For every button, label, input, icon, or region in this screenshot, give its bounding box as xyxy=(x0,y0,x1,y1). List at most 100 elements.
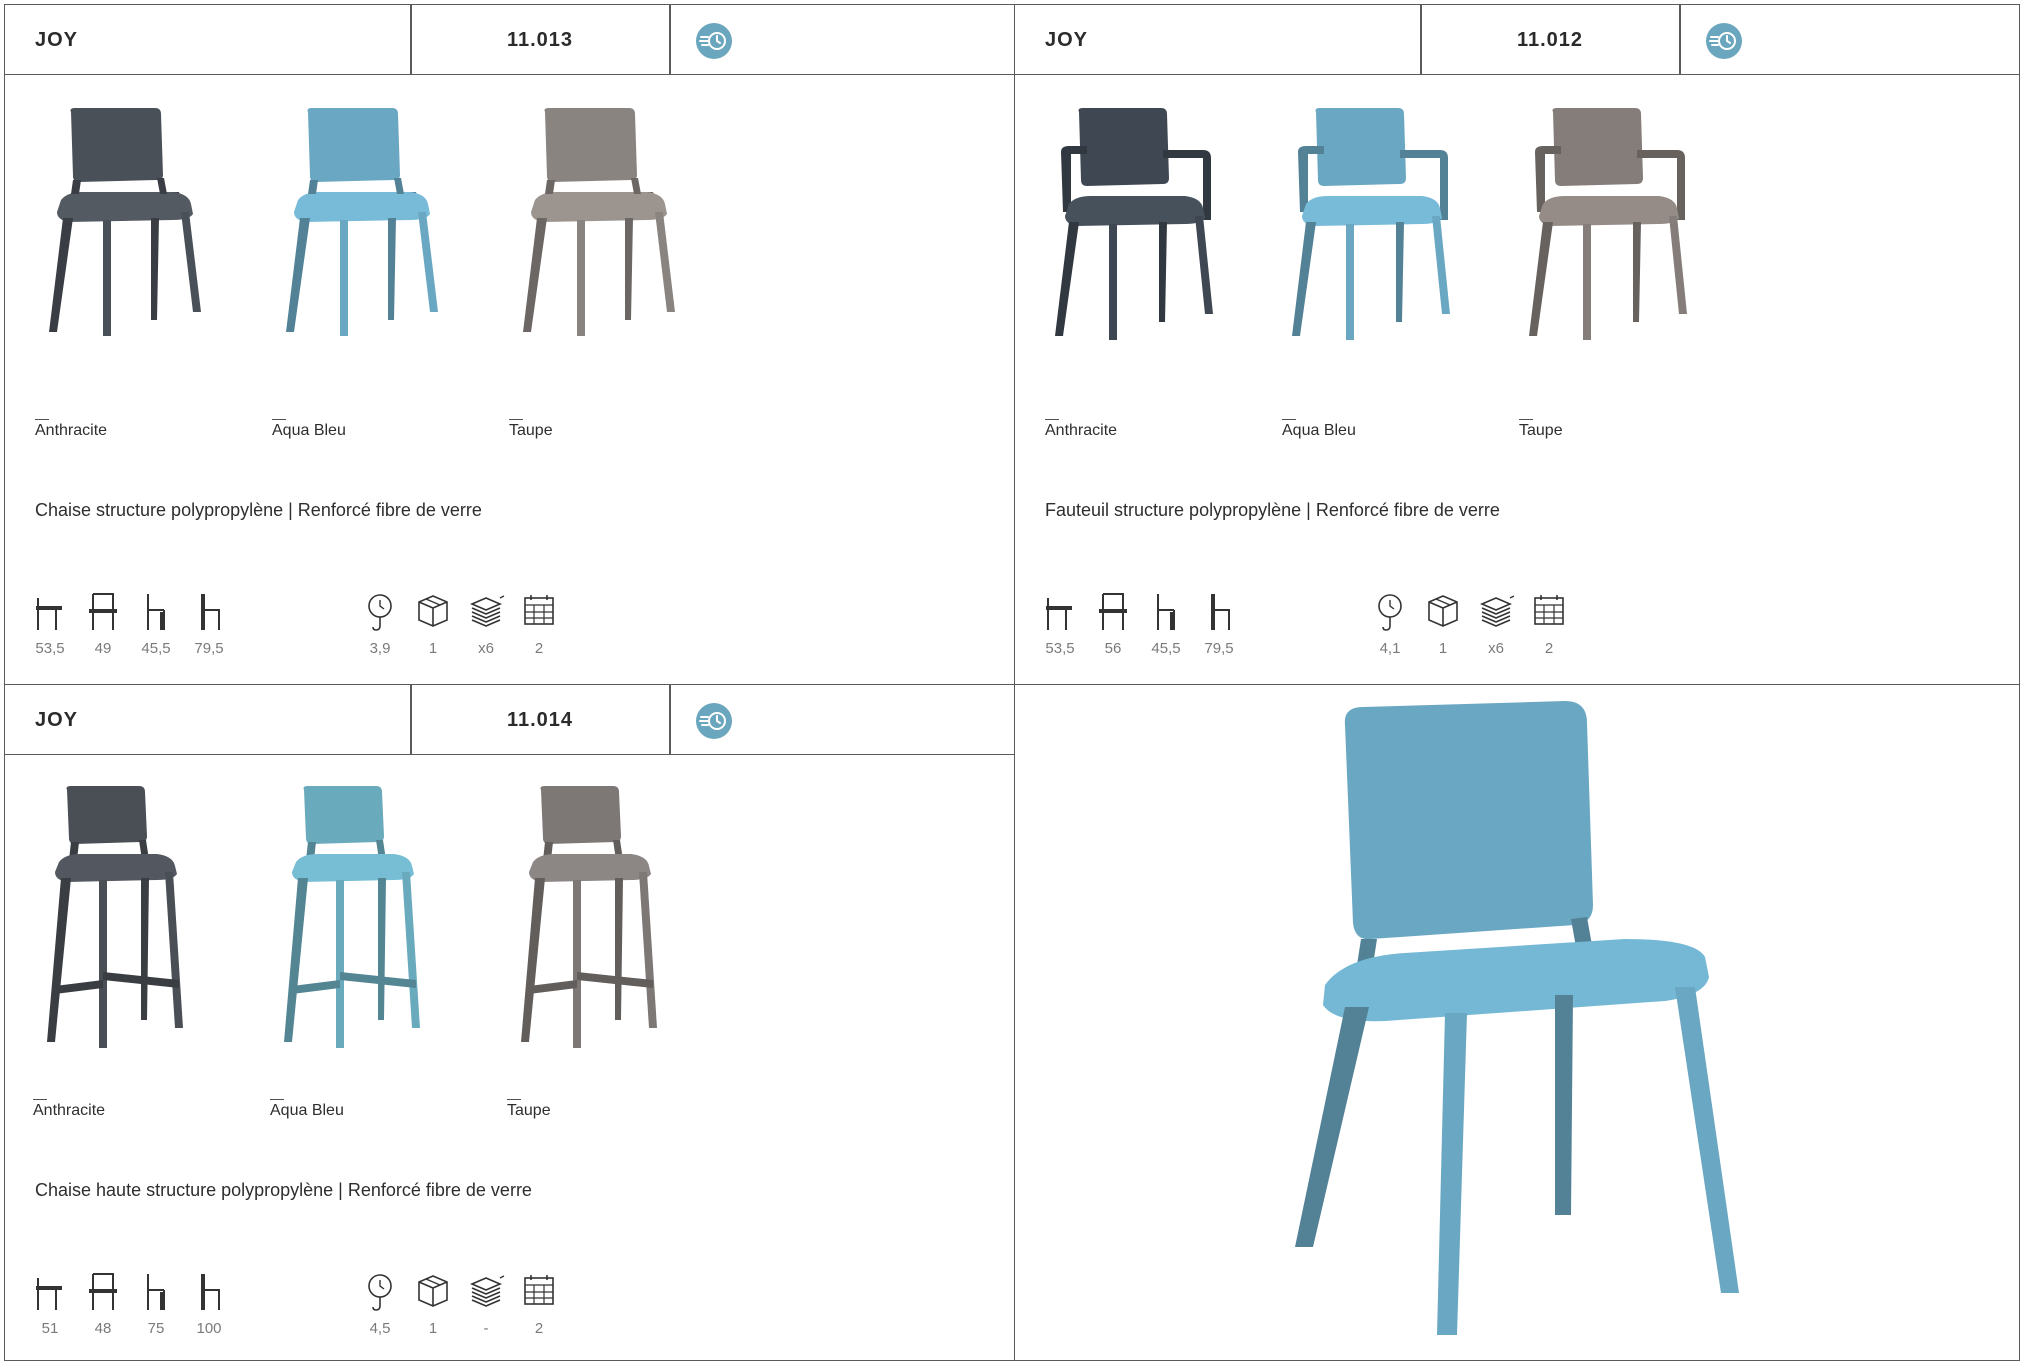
delivery-clock-icon xyxy=(1705,22,1743,60)
chair-image-taupe xyxy=(523,108,675,336)
spec-value: 48 xyxy=(94,1320,112,1337)
spec-stack: - xyxy=(459,1270,513,1340)
product-card-11-013: JOY 11.013 — Anthracite — Aqua Bleu — Ta… xyxy=(4,4,1015,685)
chair-image-aqua-bleu xyxy=(1292,108,1450,340)
spec-box: 1 xyxy=(406,590,460,660)
spec-value: 75 xyxy=(147,1320,165,1337)
delivery-clock-svg xyxy=(696,703,732,739)
variant-label: Aqua Bleu xyxy=(1282,422,1356,439)
spec-stack: x6 xyxy=(1469,590,1523,660)
spec-value: 79,5 xyxy=(194,640,224,657)
spec-icons: 51 48 75 100 4,5 1 - 2 xyxy=(35,1270,735,1340)
spec-value: 1 xyxy=(428,1320,438,1337)
spec-box: 1 xyxy=(406,1270,460,1340)
spec-seat-height: 45,5 xyxy=(1139,590,1193,660)
seat-depth-icon xyxy=(36,598,62,630)
spec-seat-width: 49 xyxy=(76,590,130,660)
chair-image-aqua-bleu xyxy=(284,786,420,1048)
hero-image-panel xyxy=(1014,684,2020,1361)
chair-image-aqua-bleu xyxy=(286,108,438,336)
box-icon xyxy=(418,1275,448,1307)
seat-height-icon xyxy=(147,594,165,630)
variant-label: Anthracite xyxy=(1045,422,1118,439)
spec-value: 51 xyxy=(41,1320,59,1337)
spec-stack: x6 xyxy=(459,590,513,660)
product-header: JOY 11.013 xyxy=(5,5,1014,75)
weight-icon xyxy=(368,594,392,631)
spec-seat-width: 48 xyxy=(76,1270,130,1340)
spec-value: x6 xyxy=(1488,640,1504,657)
stack-icon xyxy=(469,595,505,627)
calendar-icon xyxy=(524,595,554,625)
chair-image-anthracite xyxy=(1055,108,1213,340)
total-height-icon xyxy=(1211,594,1230,630)
spec-seat-width: 56 xyxy=(1086,590,1140,660)
spec-icons: 53,5 56 45,5 79,5 4,1 1 x6 2 xyxy=(1045,590,1745,660)
variant-label: Aqua Bleu xyxy=(270,1102,344,1119)
spec-value: 79,5 xyxy=(1204,640,1234,657)
spec-value: 45,5 xyxy=(141,640,171,657)
chair-image-taupe xyxy=(1529,108,1687,340)
variant-label: Aqua Bleu xyxy=(272,422,346,439)
product-reference: 11.013 xyxy=(506,29,574,51)
spec-calendar: 2 xyxy=(1522,590,1576,660)
spec-icons: 53,5 49 45,5 79,5 3,9 1 x6 2 xyxy=(35,590,735,660)
color-variants: — Anthracite — Aqua Bleu — Taupe xyxy=(5,780,765,1130)
box-icon xyxy=(418,595,448,627)
spec-weight: 3,9 xyxy=(353,590,407,660)
spec-seat-depth: 53,5 xyxy=(23,590,77,660)
hero-chair-image xyxy=(1295,701,1739,1335)
weight-icon xyxy=(1378,594,1402,631)
variant-label: Anthracite xyxy=(35,422,108,439)
spec-value: 2 xyxy=(534,1320,544,1337)
chair-image-taupe xyxy=(521,786,657,1048)
spec-seat-depth: 53,5 xyxy=(1033,590,1087,660)
spec-value: 1 xyxy=(1438,640,1448,657)
seat-depth-icon xyxy=(1046,598,1072,630)
product-header: JOY 11.012 xyxy=(1015,5,2019,75)
spec-weight: 4,5 xyxy=(353,1270,407,1340)
variant-label: Taupe xyxy=(509,422,553,439)
color-variants: — Anthracite — Aqua Bleu — Taupe xyxy=(5,100,765,450)
spec-value: 2 xyxy=(534,640,544,657)
spec-seat-height: 75 xyxy=(129,1270,183,1340)
product-description: Fauteuil structure polypropylène | Renfo… xyxy=(1045,500,1500,520)
variant-aqua-bleu: — Aqua Bleu xyxy=(1270,100,1480,445)
product-name: JOY xyxy=(1045,29,1089,51)
spec-value: 53,5 xyxy=(1045,640,1075,657)
spec-seat-height: 45,5 xyxy=(129,590,183,660)
spec-calendar: 2 xyxy=(512,590,566,660)
variant-anthracite: — Anthracite xyxy=(1033,100,1243,445)
spec-value: x6 xyxy=(478,640,494,657)
delivery-clock-icon xyxy=(695,702,733,740)
spec-seat-depth: 51 xyxy=(23,1270,77,1340)
color-variants: — Anthracite — Aqua Bleu — Taupe xyxy=(1015,100,1775,450)
spec-total-height: 100 xyxy=(182,1270,236,1340)
spec-total-height: 79,5 xyxy=(1192,590,1246,660)
product-name: JOY xyxy=(35,29,79,51)
total-height-icon xyxy=(201,1274,220,1310)
stack-icon xyxy=(1479,595,1515,627)
product-reference: 11.014 xyxy=(506,709,574,731)
spec-value: 49 xyxy=(94,640,112,657)
chair-image-anthracite xyxy=(49,108,201,336)
calendar-icon xyxy=(524,1275,554,1305)
seat-height-icon xyxy=(147,1274,165,1310)
variant-taupe: — Taupe xyxy=(495,780,705,1125)
delivery-clock-icon xyxy=(695,22,733,60)
spec-value: 53,5 xyxy=(35,640,65,657)
spec-value: 1 xyxy=(428,640,438,657)
spec-value: 3,9 xyxy=(369,640,391,657)
product-description: Chaise haute structure polypropylène | R… xyxy=(35,1180,532,1200)
seat-depth-icon xyxy=(36,1278,62,1310)
chair-image-anthracite xyxy=(47,786,183,1048)
seat-width-icon xyxy=(89,1273,117,1310)
variant-taupe: — Taupe xyxy=(497,100,707,445)
header-divider xyxy=(669,685,671,755)
spec-total-height: 79,5 xyxy=(182,590,236,660)
spec-box: 1 xyxy=(1416,590,1470,660)
seat-height-icon xyxy=(1157,594,1175,630)
product-description: Chaise structure polypropylène | Renforc… xyxy=(35,500,482,520)
product-reference: 11.012 xyxy=(1516,29,1584,51)
product-card-11-012: JOY 11.012 — Anthracite — Aqua Bleu — Ta… xyxy=(1014,4,2020,685)
